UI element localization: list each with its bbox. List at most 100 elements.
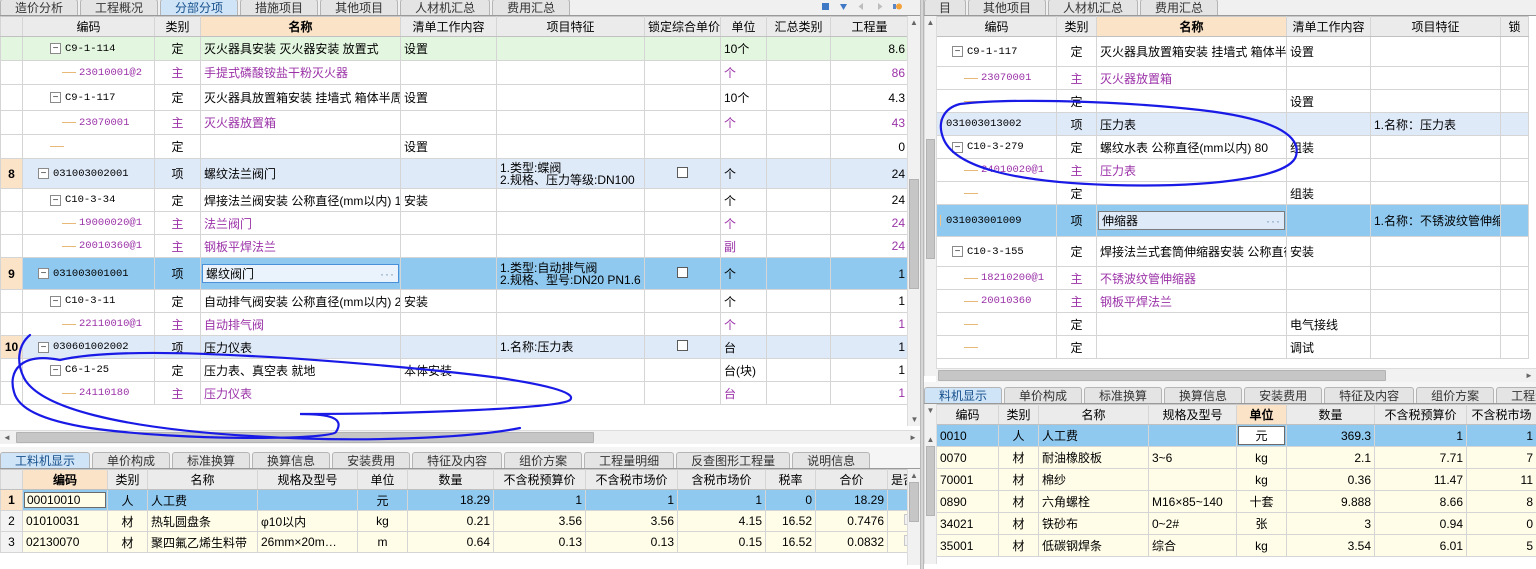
table-row[interactable]: 10−030601002002 项压力仪表 1.名称:压力表台 1 <box>0 335 909 359</box>
table-row[interactable]: 19000020@1 主法兰阀门 个 24 <box>0 211 909 235</box>
table-row[interactable]: − C10-3-279 定螺纹水表 公称直径(mm以内) 80 组装 <box>936 135 1529 159</box>
name-cell[interactable]: 灭火器具安装 灭火器安装 放置式 <box>200 36 401 61</box>
hscroll-right-arrow[interactable]: ► <box>906 433 920 442</box>
code-cell[interactable]: 18210200@1 <box>936 266 1057 290</box>
name-cell[interactable]: 压力表、真空表 就地 <box>200 358 401 382</box>
mtlr-vscroll-thumb[interactable] <box>926 446 935 516</box>
scroll-up-arrow[interactable]: ▲ <box>908 16 920 29</box>
mtlr-column-header-6[interactable]: 不含税预算价 <box>1374 404 1467 425</box>
code-cell[interactable]: 22110010@1 <box>22 312 155 336</box>
main-tabstrip-right[interactable]: 目其他项目 人材机汇总 费用汇总 <box>924 0 1536 16</box>
lock-price-cell[interactable] <box>644 36 721 61</box>
mtlr-column-header-4[interactable]: 单位 <box>1236 404 1287 425</box>
tab-1[interactable]: 工程概况 <box>80 0 159 15</box>
tree-collapse-icon[interactable]: − <box>38 168 49 179</box>
right-hscroll-right-arrow[interactable]: ► <box>1522 371 1536 380</box>
column-header-right-3[interactable]: 清单工作内容 <box>1286 16 1371 37</box>
tab-3[interactable]: 措施项目 <box>240 0 319 15</box>
column-header-2[interactable]: 类别 <box>154 16 201 37</box>
mtl-column-header-9[interactable]: 含税市场价 <box>677 469 766 490</box>
table-row[interactable]: 3 02130070 材聚四氟乙烯生料带 26mm×20m… m 0.64 0.13 0.13… <box>0 531 931 553</box>
mtl-vscroll-thumb[interactable] <box>909 482 919 522</box>
mtlr-scroll-up-arrow[interactable]: ▲ <box>925 433 936 446</box>
lock-price-cell[interactable] <box>1500 89 1529 113</box>
name-cell[interactable]: 手提式磷酸铵盐干粉灭火器 <box>200 60 401 85</box>
mtlr-column-header-0[interactable]: 编码 <box>936 404 999 425</box>
mtl-column-header-2[interactable]: 类别 <box>107 469 148 490</box>
column-header-1[interactable]: 编码 <box>22 16 155 37</box>
name-cell[interactable]: 压力仪表 <box>200 381 401 405</box>
table-row[interactable]: 20010360 主钢板平焊法兰 <box>936 289 1529 313</box>
code-cell[interactable]: 23070001 <box>22 110 155 135</box>
code-cell[interactable] <box>936 312 1057 336</box>
table-row[interactable]: 定 组装 <box>936 181 1529 205</box>
lock-price-cell[interactable] <box>644 84 721 111</box>
mtl-column-header-3[interactable]: 名称 <box>147 469 258 490</box>
material-right-vscrollbar[interactable]: ▼ ▲ <box>924 404 937 564</box>
mtl-column-header-8[interactable]: 不含税市场价 <box>585 469 678 490</box>
tab-right-1[interactable]: 其他项目 <box>968 0 1047 15</box>
detail-tab-6[interactable]: 组价方案 <box>504 452 583 468</box>
table-row[interactable]: 定 调试 <box>936 335 1529 359</box>
code-cell[interactable]: 23010001@2 <box>22 60 155 85</box>
table-row[interactable]: 23070001 主灭火器放置箱 个 43 <box>0 110 909 135</box>
name-cell[interactable]: 灭火器放置箱 <box>200 110 401 135</box>
lock-price-cell[interactable] <box>1500 312 1529 336</box>
name-cell[interactable]: 压力表 <box>1096 158 1287 182</box>
name-cell[interactable]: 钢板平焊法兰 <box>200 234 401 258</box>
material-table-body[interactable]: 1 00010010 人人工费元 18.29 1 1 1 0 18.29 2 01010031 材热轧… <box>0 489 931 553</box>
tab-4[interactable]: 其他项目 <box>320 0 399 15</box>
code-cell[interactable]: 031003001009 <box>936 204 1057 237</box>
tab-5[interactable]: 人材机汇总 <box>400 0 491 15</box>
column-header-4[interactable]: 清单工作内容 <box>400 16 497 37</box>
boq-grid-right-body[interactable]: −C9-1-117定灭火器具放置箱安装 挂墙式 箱体半周长（mm）≤1000设置… <box>936 36 1529 359</box>
detail-tab-7[interactable]: 工程量明细 <box>584 452 675 468</box>
lock-price-cell[interactable] <box>1500 36 1529 67</box>
boq-grid-right[interactable]: 编码 类别 名称 清单工作内容 项目特征锁 − C9-1-117 定灭火器具放置箱安装 挂墙… <box>936 16 1529 359</box>
name-cell[interactable] <box>1096 312 1287 336</box>
lock-price-cell[interactable] <box>644 358 721 382</box>
table-row[interactable]: 24110180 主压力仪表 台 1 <box>0 381 909 405</box>
lock-price-cell[interactable] <box>644 312 721 336</box>
sort-down-icon[interactable] <box>839 2 848 11</box>
column-header-right-2[interactable]: 名称 <box>1096 16 1287 37</box>
table-row[interactable]: 1 00010010 人人工费元 18.29 1 1 1 0 18.29 <box>0 489 931 511</box>
detail-tab-9[interactable]: 说明信息 <box>792 452 871 468</box>
table-row[interactable]: 031003001009 项伸缩器 ··· 1.名称：不锈波纹管伸缩器 <box>936 204 1529 237</box>
detail-tab-3[interactable]: 换算信息 <box>252 452 331 468</box>
table-row[interactable]: 18210200@1 主不锈波纹管伸缩器 <box>936 266 1529 290</box>
detail-tab-right-2[interactable]: 标准换算 <box>1084 387 1163 403</box>
table-row[interactable]: 23070001 主灭火器放置箱 <box>936 66 1529 90</box>
mtlr-column-header-3[interactable]: 规格及型号 <box>1148 404 1237 425</box>
lock-price-cell[interactable] <box>1500 289 1529 313</box>
boq-grid-body[interactable]: − C9-1-114 定灭火器具安装 灭火器安装 放置式 设置 10个 8.6 230100… <box>0 36 909 405</box>
column-header-5[interactable]: 项目特征 <box>496 16 645 37</box>
hscroll-thumb[interactable] <box>16 432 594 443</box>
tab-right-0[interactable]: 目 <box>924 0 967 15</box>
mtl-column-header-6[interactable]: 数量 <box>407 469 494 490</box>
column-header-8[interactable]: 汇总类别 <box>766 16 831 37</box>
table-row[interactable]: 34021 材铁砂布 0~2# 张 3 0.94 0 <box>936 512 1536 535</box>
detail-tab-right-5[interactable]: 特征及内容 <box>1324 387 1415 403</box>
code-cell[interactable]: 24010020@1 <box>936 158 1057 182</box>
table-row[interactable]: 2 01010031 材热轧圆盘条 φ10以内 kg 0.21 3.56 3.56 4.15 16… <box>0 510 931 532</box>
tab-0[interactable]: 造价分析 <box>0 0 79 15</box>
hscroll-track[interactable] <box>14 432 906 443</box>
column-header-6[interactable]: 锁定综合单价 <box>644 16 721 37</box>
lock-price-cell[interactable] <box>644 257 721 290</box>
name-cell[interactable]: 压力仪表 <box>200 335 401 359</box>
mtl-column-header-0[interactable] <box>0 469 23 490</box>
name-cell[interactable]: 压力表 <box>1096 112 1287 136</box>
name-cell[interactable] <box>1096 335 1287 359</box>
table-row[interactable]: 35001 材低碳钢焊条 综合 kg 3.54 6.01 5 <box>936 534 1536 557</box>
right-hscroll-track[interactable] <box>936 370 1522 381</box>
prev-icon[interactable] <box>857 2 866 11</box>
tree-collapse-icon[interactable]: − <box>38 341 49 353</box>
mtlr-column-header-7[interactable]: 不含税市场 <box>1466 404 1536 425</box>
column-header-3[interactable]: 名称 <box>200 16 401 37</box>
material-machine-table-right[interactable]: 编码 类别 名称 规格及型号 单位 数量 不含税预算价 不含税市场 0010 人人工费 元 369.… <box>936 404 1536 557</box>
material-table-right-body[interactable]: 0010 人人工费元 369.3 1 1 0070 材耐油橡胶板 3~6 kg 2.1 7.71 7 7… <box>936 424 1536 557</box>
name-cell[interactable]: 伸缩器 ··· <box>1096 204 1287 237</box>
mtl-column-header-5[interactable]: 单位 <box>357 469 408 490</box>
settings-icon[interactable] <box>893 2 902 11</box>
